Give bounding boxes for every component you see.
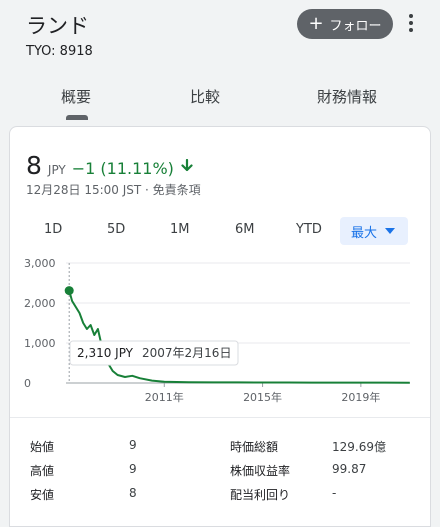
x-tick-label: 2015年 <box>243 390 282 404</box>
tooltip-date: 2007年2月16日 <box>142 346 231 360</box>
stat-label: 時価総額 <box>230 440 279 454</box>
x-tick-label: 2019年 <box>341 390 380 404</box>
stat-value: 9 <box>129 438 137 452</box>
price-line <box>68 290 410 384</box>
x-tick-label: 2011年 <box>145 390 184 404</box>
tooltip-value: 2,310 JPY <box>77 346 134 360</box>
y-tick-label: 1,000 <box>24 337 56 350</box>
header: ランド TYO: 8918 + フォロー 概要 比較 財務情報 <box>0 0 440 120</box>
quote-timestamp: 12月28日 15:00 JST · 免責条項 <box>26 183 201 197</box>
quote-card: 8 JPY −1 (11.11%) 12月28日 15:00 JST · 免責条… <box>9 126 431 527</box>
follow-label: フォロー <box>329 18 382 34</box>
stat-label: 高値 <box>30 464 55 478</box>
stat-value: 9 <box>129 462 137 476</box>
stat-label: 安値 <box>30 488 55 502</box>
follow-button[interactable]: + フォロー <box>297 9 393 39</box>
arrow-down-icon <box>181 158 193 171</box>
tab-financials[interactable]: 財務情報 <box>317 86 377 107</box>
caret-down-icon <box>385 228 395 234</box>
stat-value: 129.69億 <box>332 440 386 454</box>
range-6m[interactable]: 6M <box>235 222 255 237</box>
hover-point <box>64 286 74 296</box>
price-row: 8 JPY −1 (11.11%) <box>26 151 194 180</box>
range-ytd[interactable]: YTD <box>296 222 322 237</box>
y-tick-label: 0 <box>24 377 31 390</box>
price-change: −1 (11.11%) <box>71 159 174 178</box>
company-name: ランド <box>26 14 89 38</box>
key-stats: 始値 9 高値 9 安値 8 時価総額 129.69億株価収益率 99.87 配当利回り - <box>10 417 430 526</box>
stat-label: 株価収益率 <box>230 464 291 478</box>
stat-value: 8 <box>129 486 137 500</box>
range-max: 最大 <box>351 226 378 241</box>
currency: JPY <box>47 163 66 177</box>
tab-compare[interactable]: 比較 <box>190 86 220 107</box>
tab-indicator <box>66 115 88 120</box>
current-price: 8 <box>26 151 42 180</box>
stat-label: 始値 <box>30 440 55 454</box>
range-1m[interactable]: 1M <box>170 222 190 237</box>
more-vert-icon[interactable] <box>403 12 419 34</box>
range-5d[interactable]: 5D <box>107 222 125 237</box>
range-selector: 1D 5D 1M 6M YTD 最大 <box>10 217 430 245</box>
stat-label: 配当利回り <box>230 488 291 502</box>
plus-icon: + <box>308 12 324 34</box>
y-tick-label: 2,000 <box>24 297 56 310</box>
range-1d[interactable]: 1D <box>44 222 62 237</box>
price-chart[interactable]: 3,000 2,000 1,000 0 2011年 2015年 2019年 2,310 JPY… <box>10 253 431 413</box>
stat-value: 99.87 <box>332 462 367 476</box>
tab-overview[interactable]: 概要 <box>61 86 91 107</box>
stat-value: - <box>332 486 337 500</box>
y-tick-label: 3,000 <box>24 257 56 270</box>
tab-bar: 概要 比較 財務情報 <box>0 80 440 120</box>
ticker-symbol: TYO: 8918 <box>26 44 93 59</box>
